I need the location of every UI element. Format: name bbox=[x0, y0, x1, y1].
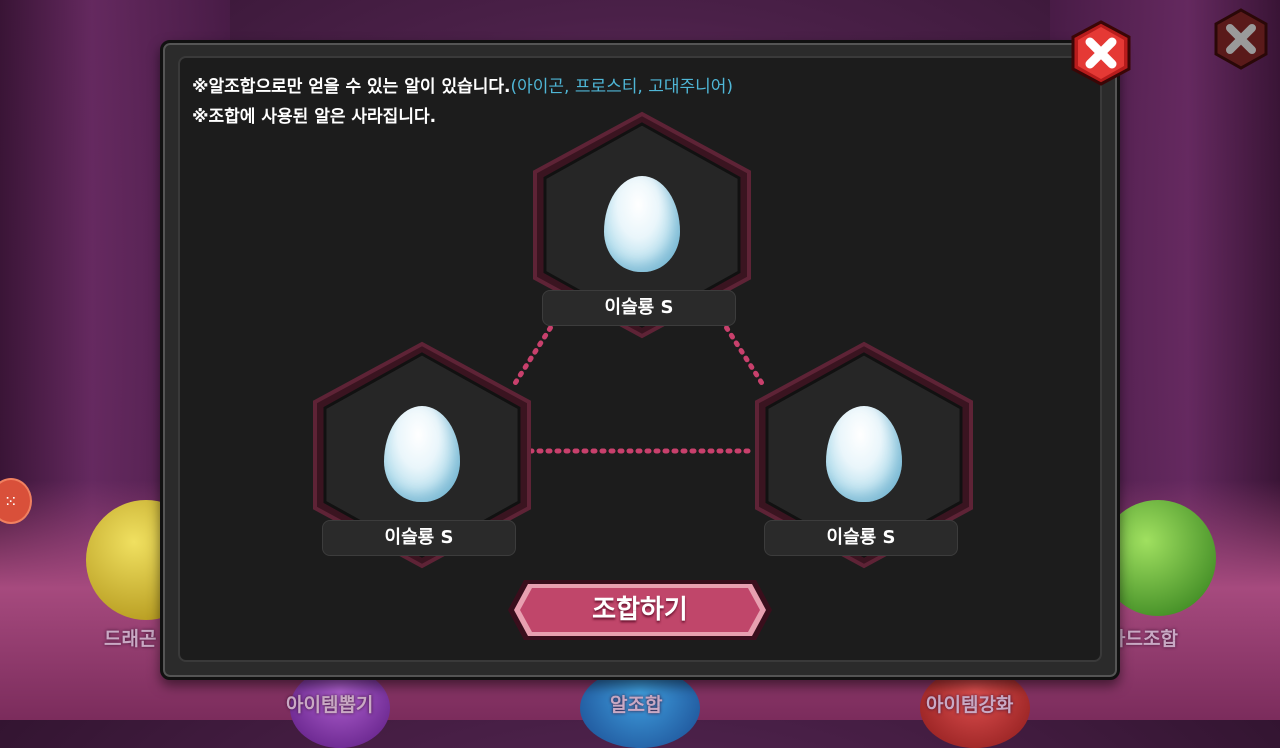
combine-button-label: 조합하기 bbox=[592, 595, 688, 625]
egg-name-label: 이슬룡 S bbox=[764, 520, 958, 556]
egg-name-label: 이슬룡 S bbox=[542, 290, 736, 326]
notice-line-1: ※알조합으로만 얻을 수 있는 알이 있습니다.(아이곤, 프로스티, 고대주니… bbox=[192, 72, 733, 97]
egg-slot-left[interactable]: 이슬룡 S bbox=[307, 340, 537, 570]
menu-label-egg-combine: 알조합 bbox=[610, 694, 663, 716]
combine-button[interactable]: 조합하기 bbox=[506, 578, 774, 642]
notice-highlight: (아이곤, 프로스티, 고대주니어) bbox=[510, 77, 734, 97]
egg-slot-top[interactable]: 이슬룡 S bbox=[527, 110, 757, 340]
menu-label-item-upgrade: 아이템강화 bbox=[926, 694, 1014, 716]
notice-text: ※알조합으로만 얻을 수 있는 알이 있습니다. bbox=[192, 77, 511, 97]
egg-name-label: 이슬룡 S bbox=[322, 520, 516, 556]
dice-dots-icon: ⁙ bbox=[4, 492, 18, 511]
notice-line-2: ※조합에 사용된 알은 사라집니다. bbox=[192, 107, 437, 127]
background-close-icon bbox=[1214, 8, 1268, 70]
egg-slot-right[interactable]: 이슬룡 S bbox=[749, 340, 979, 570]
close-button[interactable] bbox=[1068, 20, 1134, 86]
menu-label-item-draw: 아이템뽑기 bbox=[286, 694, 374, 716]
menu-label-dragon: 드래곤 bbox=[104, 628, 157, 650]
